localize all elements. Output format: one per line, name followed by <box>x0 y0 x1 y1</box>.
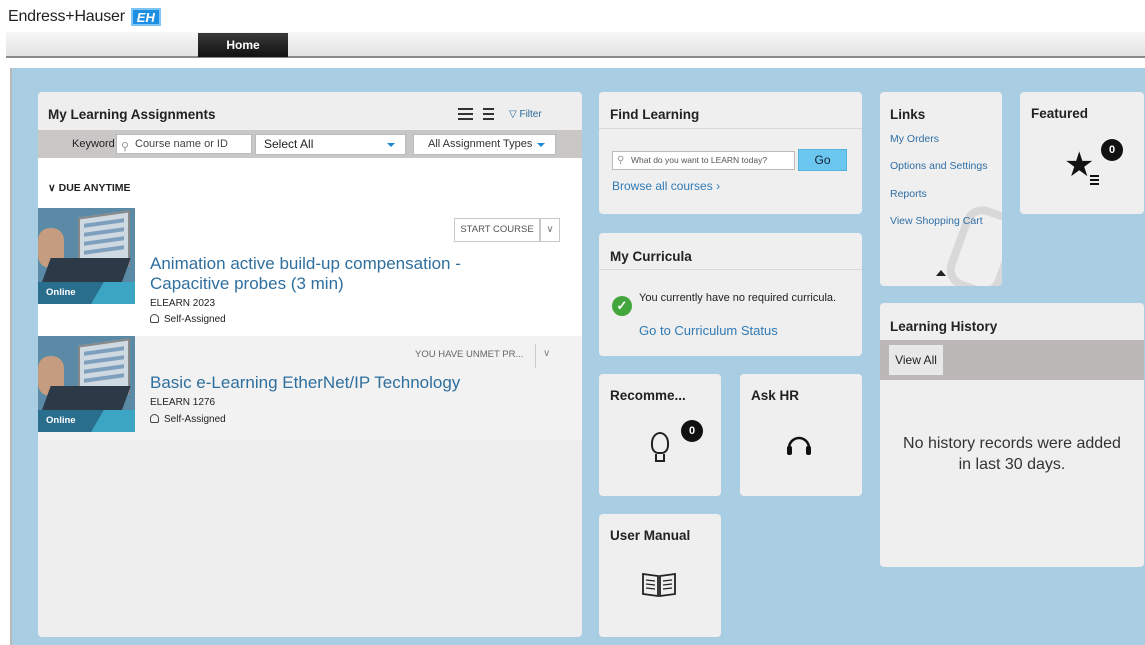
course-thumbnail[interactable]: Online <box>38 336 135 432</box>
list-lines-icon <box>1090 175 1099 187</box>
link-view-shopping-cart[interactable]: View Shopping Cart <box>890 215 983 227</box>
chevron-down-icon <box>387 143 395 147</box>
chevron-down-icon: ∨ <box>48 182 59 194</box>
brand-name: Endress+Hauser <box>8 8 125 25</box>
headset-icon <box>787 436 811 455</box>
assignment-source-label: Self-Assigned <box>164 314 226 325</box>
keyword-label: Keyword <box>72 138 115 150</box>
curricula-title: My Curricula <box>610 249 692 264</box>
links-title: Links <box>890 107 926 122</box>
course-title-link[interactable]: Basic e-Learning EtherNet/IP Technology <box>150 373 460 393</box>
history-title: Learning History <box>890 319 998 334</box>
online-badge: Online <box>46 415 76 426</box>
my-learning-assignments-panel: My Learning Assignments ▽ Filter Keyword… <box>38 92 582 637</box>
browse-label: Browse all courses <box>612 179 713 193</box>
search-icon: ⚲ <box>617 155 625 166</box>
nav-strip <box>6 32 1145 58</box>
person-icon <box>150 314 159 323</box>
curricula-message: You currently have no required curricula… <box>639 292 837 304</box>
checkmark-icon: ✓ <box>612 296 632 316</box>
assignment-source-label: Self-Assigned <box>164 414 226 425</box>
ask-hr-tile[interactable]: Ask HR <box>740 374 862 496</box>
book-icon <box>642 572 676 598</box>
assignment-type-value: All Assignment Types <box>428 138 533 150</box>
links-panel: Links My Orders Options and Settings Rep… <box>880 92 1002 286</box>
person-icon <box>150 414 159 423</box>
due-heading-label: DUE ANYTIME <box>58 182 131 194</box>
assignment-source: Self-Assigned <box>150 414 226 425</box>
view-toggle <box>458 108 494 120</box>
filter-bar: Keyword ⚲ Course name or ID Select All A… <box>38 130 582 158</box>
collapse-up-icon[interactable] <box>936 270 946 276</box>
browse-all-courses-link[interactable]: Browse all courses › <box>612 179 720 193</box>
divider <box>599 128 862 129</box>
view-all-button[interactable]: View All <box>889 345 943 375</box>
keyword-search-input[interactable]: ⚲ Course name or ID <box>116 134 252 154</box>
due-anytime-heading[interactable]: ∨ DUE ANYTIME <box>48 182 131 194</box>
course-row: Online Animation active build-up compens… <box>38 208 582 325</box>
chevron-down-icon <box>537 143 545 147</box>
divider <box>535 344 536 368</box>
divider <box>599 269 862 270</box>
filter-link[interactable]: ▽ Filter <box>509 109 542 120</box>
filter-icon: ▽ <box>509 109 520 120</box>
unmet-prerequisites-link[interactable]: YOU HAVE UNMET PR... <box>415 349 523 360</box>
course-code: ELEARN 1276 <box>150 397 216 408</box>
course-title-line: Capacitive probes (3 min) <box>150 274 344 293</box>
go-button[interactable]: Go <box>798 149 847 171</box>
link-reports[interactable]: Reports <box>890 188 927 200</box>
featured-count-badge: 0 <box>1101 139 1123 161</box>
assignments-title: My Learning Assignments <box>48 107 216 122</box>
featured-title: Featured <box>1031 106 1089 121</box>
history-toolbar: View All <box>880 340 1144 380</box>
status-select-value: Select All <box>264 137 314 151</box>
compact-list-view-icon[interactable] <box>479 108 494 120</box>
detailed-list-view-icon[interactable] <box>458 108 473 120</box>
online-badge: Online <box>46 287 76 298</box>
course-title-link[interactable]: Animation active build-up compensation -… <box>150 254 461 294</box>
recommended-tile[interactable]: Recomme... 0 <box>599 374 721 496</box>
history-empty-message: No history records were added in last 30… <box>903 435 1121 473</box>
recommended-count-badge: 0 <box>681 420 703 442</box>
filter-label: Filter <box>519 109 542 120</box>
lightbulb-icon <box>651 432 669 454</box>
assignment-source: Self-Assigned <box>150 314 226 325</box>
learning-search-placeholder: What do you want to LEARN today? <box>631 155 768 165</box>
user-manual-tile[interactable]: User Manual <box>599 514 721 637</box>
learning-history-panel: Learning History View All No history rec… <box>880 303 1144 567</box>
find-learning-panel: Find Learning ⚲ What do you want to LEAR… <box>599 92 862 214</box>
chevron-down-icon: ∨ <box>546 224 554 235</box>
course-code: ELEARN 2023 <box>150 298 216 309</box>
recommended-title: Recomme... <box>610 388 686 403</box>
user-manual-title: User Manual <box>610 528 691 543</box>
search-icon: ⚲ <box>121 141 130 153</box>
brand-logo[interactable]: Endress+Hauser EH <box>8 6 161 28</box>
link-options-settings[interactable]: Options and Settings <box>890 160 987 172</box>
tab-home[interactable]: Home <box>198 33 288 57</box>
links-background-icon <box>941 200 1002 286</box>
my-curricula-panel: My Curricula ✓ You currently have no req… <box>599 233 862 356</box>
chevron-down-icon[interactable]: ∨ <box>543 348 550 359</box>
start-course-button[interactable]: START COURSE <box>454 218 540 242</box>
ask-hr-title: Ask HR <box>751 388 800 403</box>
keyword-placeholder: Course name or ID <box>135 138 228 150</box>
course-thumbnail[interactable]: Online <box>38 208 135 304</box>
top-header: Endress+Hauser EH Home <box>0 0 1145 64</box>
lightbulb-base <box>655 454 665 462</box>
featured-tile[interactable]: Featured ★ 0 <box>1020 92 1144 214</box>
chevron-right-icon: › <box>716 179 721 193</box>
curriculum-status-link[interactable]: Go to Curriculum Status <box>639 323 778 338</box>
link-my-orders[interactable]: My Orders <box>890 133 939 145</box>
course-title-line: Animation active build-up compensation - <box>150 254 461 273</box>
status-select[interactable]: Select All <box>255 134 406 155</box>
course-row: Online Basic e-Learning EtherNet/IP Tech… <box>38 336 582 440</box>
brand-mark: EH <box>130 8 161 26</box>
course-actions-dropdown[interactable]: ∨ <box>540 218 560 242</box>
assignment-type-select[interactable]: All Assignment Types <box>413 134 556 155</box>
find-learning-title: Find Learning <box>610 107 700 122</box>
learning-search-input[interactable]: ⚲ What do you want to LEARN today? <box>612 151 795 170</box>
